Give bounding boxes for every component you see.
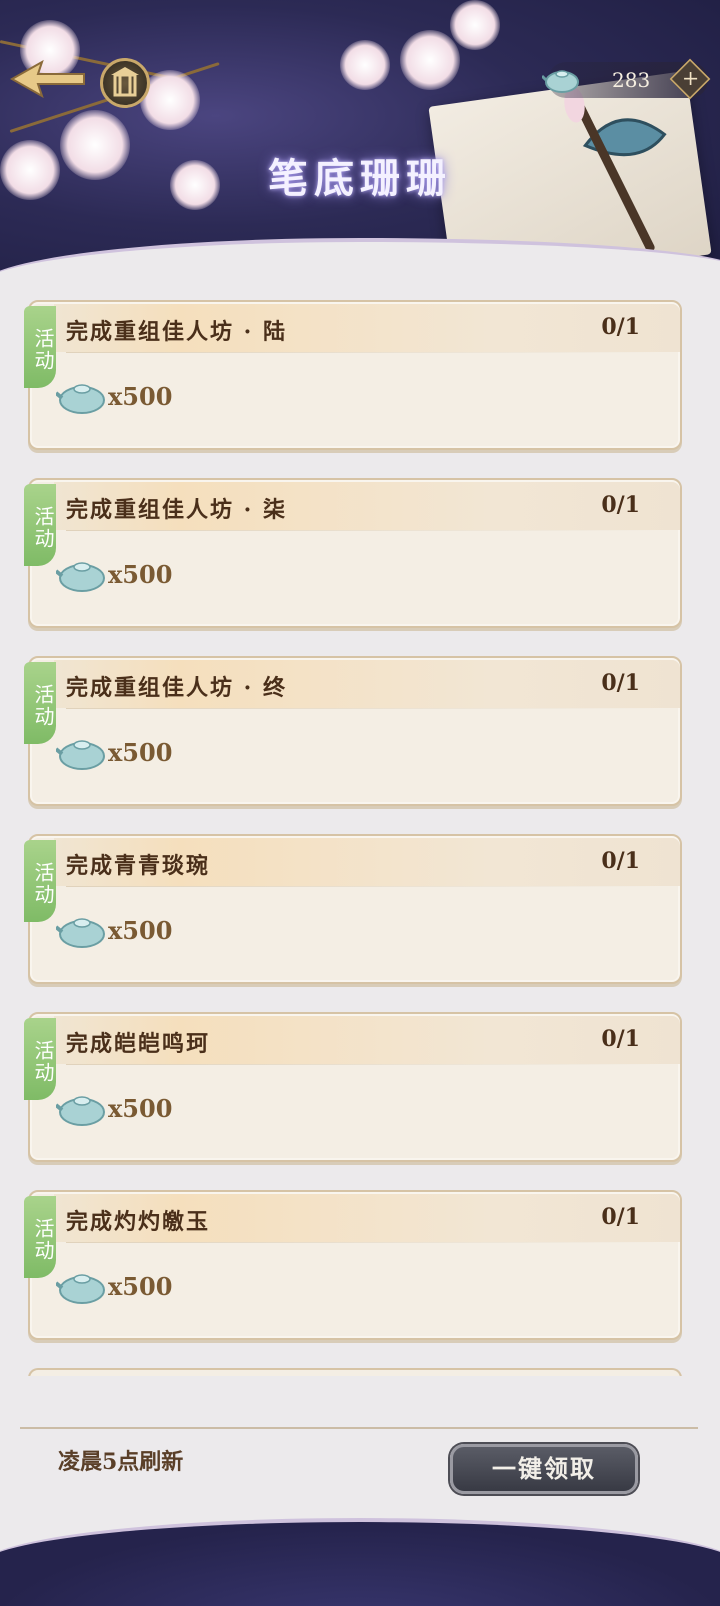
pavilion-icon xyxy=(111,67,139,97)
jade-teapot-icon[interactable] xyxy=(56,1266,106,1306)
reward-quantity: x500 xyxy=(108,382,173,411)
footer-divider xyxy=(20,1427,698,1429)
task-card: 活动 完成重组佳人坊 · 柒 0/1 x500 xyxy=(24,478,682,628)
task-title: 完成重组佳人坊 · 柒 xyxy=(66,497,287,523)
refresh-notice: 凌晨5点刷新 xyxy=(58,1449,184,1475)
task-progress: 0/1 xyxy=(601,670,640,696)
blossom-decoration xyxy=(450,0,500,50)
task-card-partial xyxy=(28,1368,682,1376)
activity-tag: 活动 xyxy=(24,1018,56,1100)
task-title: 完成重组佳人坊 · 终 xyxy=(66,675,287,701)
task-title: 完成皑皑鸣珂 xyxy=(66,1031,211,1057)
home-button[interactable] xyxy=(100,58,150,108)
task-progress: 0/1 xyxy=(601,848,640,874)
activity-tag: 活动 xyxy=(24,1196,56,1278)
activity-tag: 活动 xyxy=(24,840,56,922)
activity-tag: 活动 xyxy=(24,306,56,388)
back-arrow-icon xyxy=(9,59,85,99)
page-title: 笔底珊珊 xyxy=(268,155,452,202)
divider xyxy=(66,1242,666,1243)
task-progress: 0/1 xyxy=(601,1026,640,1052)
task-card: 活动 完成重组佳人坊 · 陆 0/1 x500 xyxy=(24,300,682,450)
task-progress: 0/1 xyxy=(601,492,640,518)
jade-teapot-icon xyxy=(542,70,579,93)
task-progress: 0/1 xyxy=(601,1204,640,1230)
divider xyxy=(66,530,666,531)
task-card: 活动 完成皑皑鸣珂 0/1 x500 xyxy=(24,1012,682,1162)
jade-teapot-icon[interactable] xyxy=(56,910,106,950)
task-title: 完成灼灼皦玉 xyxy=(66,1209,211,1235)
header-wave-decoration xyxy=(0,238,720,290)
task-card: 活动 完成重组佳人坊 · 终 0/1 x500 xyxy=(24,656,682,806)
activity-tag: 活动 xyxy=(24,662,56,744)
reward-quantity: x500 xyxy=(108,916,173,945)
claim-all-button[interactable]: 一键领取 xyxy=(450,1444,638,1494)
task-progress: 0/1 xyxy=(601,314,640,340)
jade-teapot-icon[interactable] xyxy=(56,554,106,594)
activity-tag: 活动 xyxy=(24,484,56,566)
header-banner: 283 + 笔底珊珊 xyxy=(0,0,720,290)
task-card: 活动 完成灼灼皦玉 0/1 x500 xyxy=(24,1190,682,1340)
divider xyxy=(66,352,666,353)
currency-counter: 283 + xyxy=(542,58,711,100)
blossom-decoration xyxy=(400,30,460,90)
currency-value: 283 xyxy=(612,68,651,92)
footer-wave-decoration xyxy=(0,1518,720,1606)
divider xyxy=(66,708,666,709)
back-button[interactable] xyxy=(8,56,88,102)
reward-quantity: x500 xyxy=(108,738,173,767)
task-title: 完成青青琰琬 xyxy=(66,853,211,879)
jade-teapot-icon[interactable] xyxy=(56,732,106,772)
blossom-decoration xyxy=(340,40,390,90)
reward-quantity: x500 xyxy=(108,560,173,589)
jade-teapot-icon[interactable] xyxy=(56,376,106,416)
reward-quantity: x500 xyxy=(108,1272,173,1301)
task-list[interactable]: 活动 完成重组佳人坊 · 陆 0/1 x500 活动 完成重组佳人坊 · 柒 0… xyxy=(0,300,720,1376)
jade-teapot-icon[interactable] xyxy=(56,1088,106,1128)
reward-quantity: x500 xyxy=(108,1094,173,1123)
divider xyxy=(66,1064,666,1065)
divider xyxy=(66,886,666,887)
plus-icon: + xyxy=(681,66,700,91)
add-currency-button[interactable]: + xyxy=(669,58,711,100)
task-title: 完成重组佳人坊 · 陆 xyxy=(66,319,287,345)
task-card: 活动 完成青青琰琬 0/1 x500 xyxy=(24,834,682,984)
